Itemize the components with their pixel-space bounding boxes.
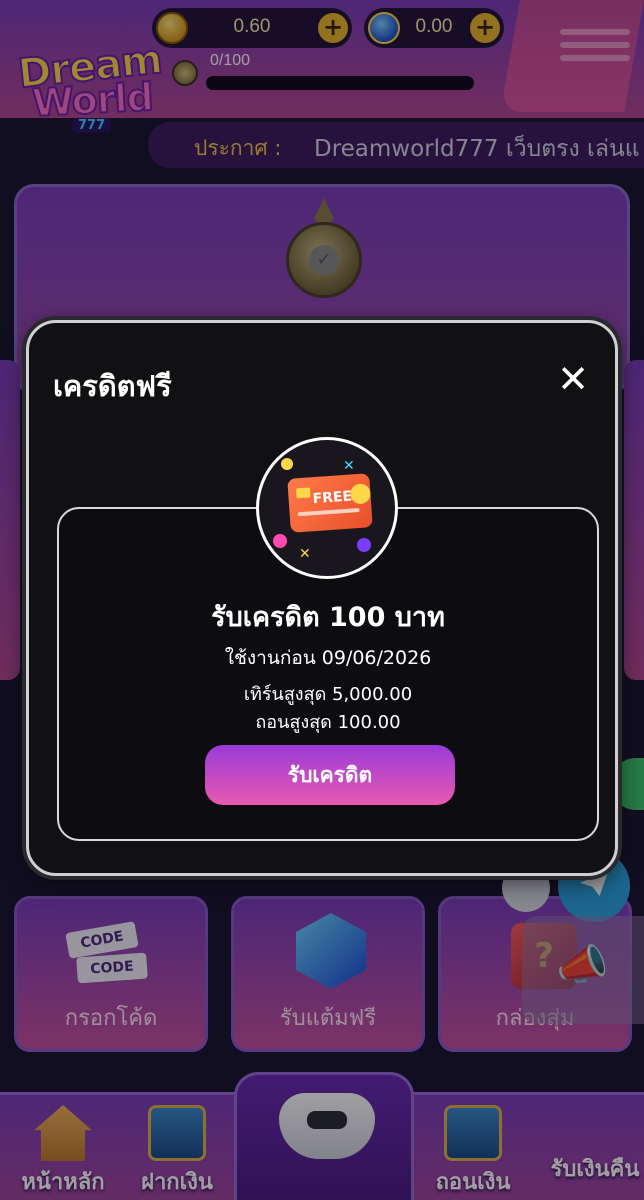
credit-expiry-text: ใช้งานก่อน 09/06/2026 (224, 647, 432, 669)
credit-amount-title: รับเครดิต 100 บาท (211, 602, 445, 633)
credit-turnover-text: เทิร์นสูงสุด 5,000.00 (243, 684, 413, 705)
dialog-title: เครดิตฟรี (53, 369, 172, 403)
free-card-label: FREE (312, 488, 353, 508)
free-credit-card-icon: ✕ FREE ✕ (256, 437, 398, 579)
close-icon[interactable]: ✕ (553, 359, 593, 399)
credit-max-withdraw-text: ถอนสูงสุด 100.00 (255, 712, 401, 733)
claim-credit-button[interactable]: รับเครดิต (205, 745, 455, 805)
free-credit-dialog: เครดิตฟรี ✕ รับเครดิต 100 บาท ใช้งานก่อน… (26, 320, 618, 876)
